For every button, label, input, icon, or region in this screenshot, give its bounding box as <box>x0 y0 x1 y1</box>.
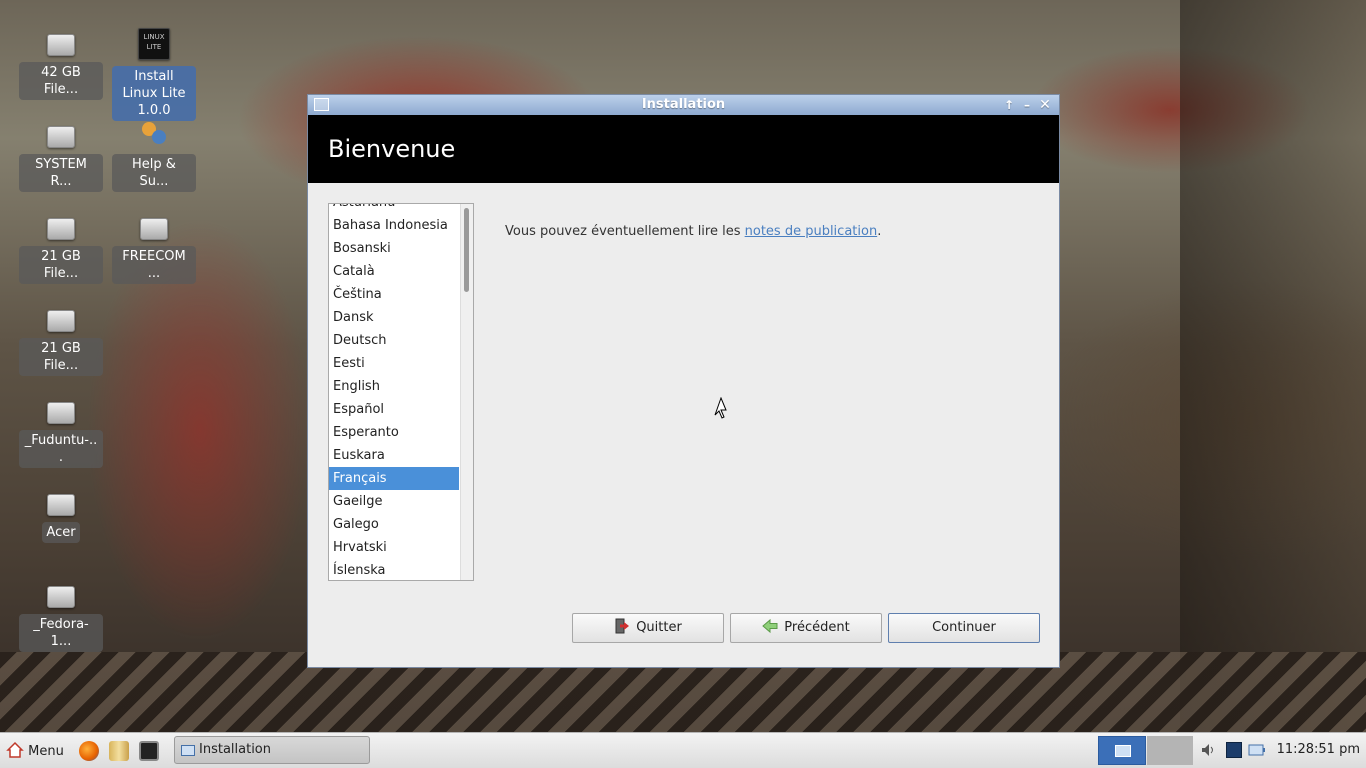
drive-icon <box>47 218 75 240</box>
language-list-items: AsturianuBahasa IndonesiaBosanskiCatalàČ… <box>329 204 473 580</box>
workspace-1[interactable] <box>1098 736 1146 765</box>
terminal-icon[interactable] <box>139 741 159 761</box>
window-icon <box>1115 745 1131 757</box>
mouse-pointer-icon <box>712 396 728 423</box>
desktop-icon-21gb-a[interactable]: 21 GB File... <box>19 218 103 284</box>
language-list[interactable]: AsturianuBahasa IndonesiaBosanskiCatalàČ… <box>328 203 474 581</box>
firefox-icon[interactable] <box>79 741 99 761</box>
desktop-icon-install-linux-lite[interactable]: LINUX LITE Install Linux Lite 1.0.0 <box>112 28 196 121</box>
continue-button[interactable]: Continuer <box>888 613 1040 643</box>
language-item[interactable]: Deutsch <box>329 329 459 352</box>
home-icon <box>6 741 24 758</box>
desktop-icon-label: 42 GB File... <box>19 62 103 100</box>
taskbar-task-label: Installation <box>199 742 272 757</box>
drive-icon <box>47 586 75 608</box>
volume-icon[interactable] <box>1200 742 1216 758</box>
wallpaper-detail <box>1180 0 1366 732</box>
scroll-thumb[interactable] <box>464 208 469 292</box>
language-item[interactable]: Català <box>329 260 459 283</box>
back-button-label: Précédent <box>784 620 850 635</box>
window-titlebar[interactable]: Installation ↑ – ✕ <box>308 95 1059 115</box>
language-item[interactable]: Hrvatski <box>329 536 459 559</box>
desktop-icon-label: SYSTEM R... <box>19 154 103 192</box>
release-notes-prefix: Vous pouvez éventuellement lire les <box>505 224 745 239</box>
desktop-icon-fedora[interactable]: _Fedora-1... <box>19 586 103 652</box>
language-item[interactable]: Gaeilge <box>329 490 459 513</box>
network-icon[interactable] <box>1226 742 1242 758</box>
language-item[interactable]: English <box>329 375 459 398</box>
minimize-icon[interactable]: – <box>1019 95 1035 115</box>
language-item[interactable]: Euskara <box>329 444 459 467</box>
power-icon[interactable] <box>1248 742 1265 758</box>
desktop-icon-label: _Fuduntu-... <box>19 430 103 468</box>
language-item[interactable]: Dansk <box>329 306 459 329</box>
desktop-icon-label: Acer <box>42 522 80 543</box>
desktop-icon-help-support[interactable]: Help & Su... <box>112 120 196 192</box>
drive-icon <box>47 126 75 148</box>
desktop-icon-label: 21 GB File... <box>19 338 103 376</box>
window-menu-icon[interactable] <box>314 98 329 111</box>
language-item[interactable]: Esperanto <box>329 421 459 444</box>
language-item[interactable]: Asturianu <box>329 204 459 214</box>
start-menu-button[interactable]: Menu <box>6 741 64 759</box>
file-manager-icon[interactable] <box>109 741 129 761</box>
taskbar-task-installation[interactable]: Installation <box>174 736 370 764</box>
desktop-icon-label: _Fedora-1... <box>19 614 103 652</box>
continue-button-label: Continuer <box>932 620 996 635</box>
workspace-2[interactable] <box>1147 736 1193 765</box>
language-item[interactable]: Español <box>329 398 459 421</box>
start-menu-label: Menu <box>28 744 64 759</box>
raise-icon[interactable]: ↑ <box>1001 95 1017 115</box>
desktop-icon-label: FREECOM ... <box>112 246 196 284</box>
drive-icon <box>47 494 75 516</box>
release-notes-text: Vous pouvez éventuellement lire les note… <box>505 224 881 239</box>
close-icon[interactable]: ✕ <box>1037 95 1053 115</box>
language-item[interactable]: Bahasa Indonesia <box>329 214 459 237</box>
desktop-icon-freecom[interactable]: FREECOM ... <box>112 218 196 284</box>
desktop-icon-label: 21 GB File... <box>19 246 103 284</box>
language-item[interactable]: Íslenska <box>329 559 459 580</box>
drive-icon <box>47 310 75 332</box>
language-item[interactable]: Galego <box>329 513 459 536</box>
clock[interactable]: 11:28:51 pm <box>1277 742 1360 757</box>
language-item[interactable]: Français <box>329 467 459 490</box>
taskbar: Menu Installation 11:28:51 pm <box>0 732 1366 768</box>
desktop-icon-42gb[interactable]: 42 GB File... <box>19 34 103 100</box>
back-button[interactable]: Précédent <box>730 613 882 643</box>
window-title: Installation <box>641 97 726 112</box>
desktop-icon-fuduntu[interactable]: _Fuduntu-... <box>19 402 103 468</box>
release-notes-link[interactable]: notes de publication <box>745 224 878 239</box>
drive-icon <box>47 402 75 424</box>
desktop-icon-21gb-b[interactable]: 21 GB File... <box>19 310 103 376</box>
help-users-icon <box>140 120 168 148</box>
desktop-icon-acer[interactable]: Acer <box>19 494 103 543</box>
window-icon <box>181 745 195 756</box>
linux-lite-logo-icon: LINUX LITE <box>138 28 170 60</box>
desktop-icon-label: Install Linux Lite 1.0.0 <box>112 66 196 121</box>
desktop-icon-system-r[interactable]: SYSTEM R... <box>19 126 103 192</box>
quit-button-label: Quitter <box>636 620 682 635</box>
language-item[interactable]: Bosanski <box>329 237 459 260</box>
quit-icon <box>614 617 630 634</box>
release-notes-suffix: . <box>877 224 882 239</box>
language-item[interactable]: Čeština <box>329 283 459 306</box>
language-item[interactable]: Eesti <box>329 352 459 375</box>
quit-button[interactable]: Quitter <box>572 613 724 643</box>
language-list-scrollbar[interactable] <box>460 204 473 580</box>
drive-icon <box>140 218 168 240</box>
arrow-left-icon <box>762 617 778 634</box>
desktop-icon-label: Help & Su... <box>112 154 196 192</box>
installer-window: Installation ↑ – ✕ Bienvenue AsturianuBa… <box>307 94 1060 668</box>
page-title: Bienvenue <box>308 115 1059 183</box>
drive-icon <box>47 34 75 56</box>
